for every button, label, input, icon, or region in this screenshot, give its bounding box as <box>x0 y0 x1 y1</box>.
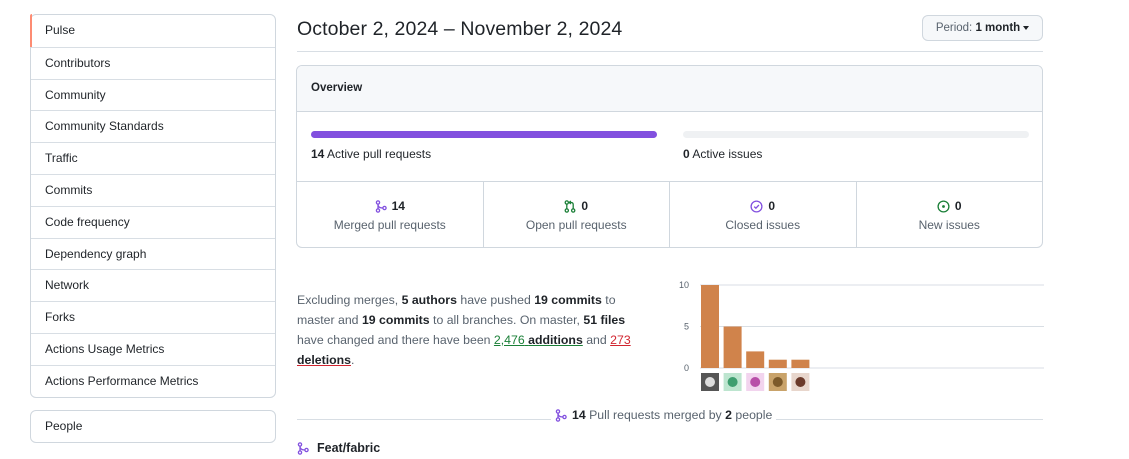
sidebar-item-commits[interactable]: Commits <box>31 173 275 206</box>
sidebar-item-actions-usage-metrics[interactable]: Actions Usage Metrics <box>31 332 275 365</box>
period-dropdown-button[interactable]: Period: 1 month <box>922 15 1043 41</box>
avatar[interactable] <box>723 373 742 391</box>
sidebar-item-pulse[interactable]: Pulse <box>30 14 275 47</box>
sidebar-item-people[interactable]: People <box>31 411 275 442</box>
sidebar-item-dependency-graph[interactable]: Dependency graph <box>31 237 275 270</box>
avatar[interactable] <box>746 373 765 391</box>
sidebar-item-actions-performance-metrics[interactable]: Actions Performance Metrics <box>31 364 275 397</box>
y-tick-label: 5 <box>684 322 689 332</box>
active-issues-text[interactable]: 0 Active issues <box>683 147 762 161</box>
sidebar-item-community-standards[interactable]: Community Standards <box>31 110 275 142</box>
deletions-label: deletions <box>297 353 351 367</box>
avatar[interactable] <box>701 373 719 391</box>
summary-text: have pushed <box>456 293 535 307</box>
overview-title: Overview <box>297 66 1042 112</box>
additions-label: additions <box>528 333 583 347</box>
sidebar-item-traffic[interactable]: Traffic <box>31 142 275 174</box>
summary-text: and <box>582 333 611 347</box>
people-sidebar: People <box>30 410 276 443</box>
commits-all-count: 19 commits <box>361 313 430 327</box>
sidebar-item-code-frequency[interactable]: Code frequency <box>31 205 275 238</box>
header-divider <box>297 51 1043 52</box>
files-count: 51 files <box>583 313 626 327</box>
merged-prs-stat[interactable]: 14 Merged pull requests <box>297 182 483 247</box>
overview-stats-grid: 14 Merged pull requests 0 Open pull requ… <box>297 181 1043 247</box>
issue-closed-icon <box>750 199 763 213</box>
sidebar-item-forks[interactable]: Forks <box>31 301 275 333</box>
pull-request-item[interactable]: Feat/fabric <box>297 441 380 455</box>
active-prs-bar[interactable] <box>311 131 657 138</box>
overview-box: Overview 14 Active pull requests 0 Activ… <box>296 65 1043 248</box>
active-prs-label: Active pull requests <box>327 147 432 161</box>
git-pull-request-icon <box>564 199 576 213</box>
merged-count: 14 <box>572 408 586 422</box>
new-issues-stat[interactable]: 0 New issues <box>855 182 1043 247</box>
closed-issues-label: Closed issues <box>725 218 801 232</box>
chart-bar[interactable] <box>701 285 719 368</box>
sidebar-item-network[interactable]: Network <box>31 269 275 301</box>
open-prs-stat[interactable]: 0 Open pull requests <box>482 182 670 247</box>
closed-issues-stat[interactable]: 0 Closed issues <box>669 182 856 247</box>
commits-by-author-chart: 0 5 10 <box>679 280 1044 391</box>
page-title: October 2, 2024 – November 2, 2024 <box>297 18 623 40</box>
y-tick-label: 0 <box>684 363 689 373</box>
chart-bar[interactable] <box>768 359 787 368</box>
avatar[interactable] <box>768 373 787 391</box>
merged-prs-label: Merged pull requests <box>333 218 446 232</box>
active-prs-bar-fill <box>311 131 657 138</box>
summary-text: to all branches. On master, <box>429 313 584 327</box>
deletions-count: 273 <box>610 333 631 347</box>
closed-issues-value: 0 <box>768 199 776 213</box>
caret-down-icon <box>1023 25 1030 30</box>
chart-bar[interactable] <box>746 351 765 368</box>
period-label: Period: <box>935 22 973 34</box>
summary-text: have changed and there have been <box>297 333 494 347</box>
merged-summary: 14 Pull requests merged by 2 people <box>551 408 777 422</box>
active-issues-label: Active issues <box>692 147 763 161</box>
insights-sidebar: Pulse Contributors Community Community Stan… <box>30 14 276 398</box>
git-merge-icon <box>555 408 567 422</box>
new-issues-label: New issues <box>918 218 980 232</box>
active-prs-count: 14 <box>311 147 325 161</box>
active-issues-count: 0 <box>683 147 690 161</box>
chart-bar[interactable] <box>723 326 742 369</box>
summary-text: . <box>350 353 355 367</box>
open-prs-label: Open pull requests <box>525 218 627 232</box>
additions-link[interactable]: 2,476 additions <box>494 333 583 347</box>
open-prs-value: 0 <box>581 199 589 213</box>
active-issues-bar[interactable] <box>683 131 1029 138</box>
y-tick-label: 10 <box>679 280 689 290</box>
active-prs-text[interactable]: 14 Active pull requests <box>311 147 431 161</box>
commit-summary: Excluding merges, 5 authors have pushed … <box>297 290 647 370</box>
summary-text: Excluding merges, <box>297 293 402 307</box>
merged-text: Pull requests merged by <box>585 408 726 422</box>
issue-opened-icon <box>937 199 950 213</box>
commits-master-count: 19 commits <box>534 293 602 307</box>
new-issues-value: 0 <box>954 199 962 213</box>
chart-bar[interactable] <box>791 359 810 368</box>
merged-prs-value: 14 <box>391 199 405 213</box>
sidebar-item-community[interactable]: Community <box>31 78 275 111</box>
authors-count: 5 authors <box>401 293 457 307</box>
period-value: 1 month <box>975 22 1021 34</box>
avatar[interactable] <box>791 373 810 391</box>
merged-people: 2 <box>725 408 732 422</box>
merged-text-end: people <box>731 408 773 422</box>
git-merge-icon <box>297 441 309 455</box>
git-merge-icon <box>375 199 387 213</box>
pull-request-title: Feat/fabric <box>317 441 381 455</box>
sidebar-item-contributors[interactable]: Contributors <box>31 46 275 79</box>
additions-count: 2,476 <box>493 333 525 347</box>
